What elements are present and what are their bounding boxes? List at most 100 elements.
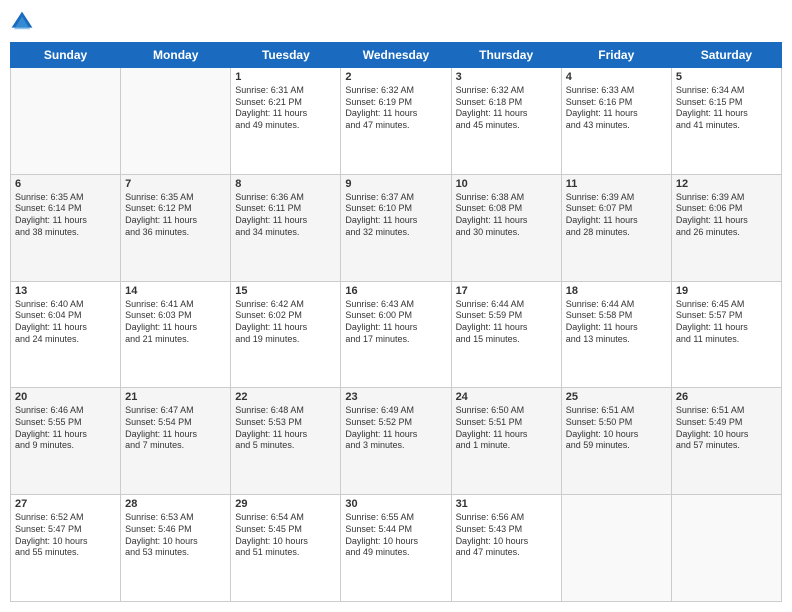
cell-info-line: Sunset: 6:12 PM xyxy=(125,203,226,215)
cell-info-line: Sunset: 5:43 PM xyxy=(456,524,557,536)
cell-info-line: Sunset: 6:02 PM xyxy=(235,310,336,322)
day-number: 23 xyxy=(345,391,446,403)
cell-info-line: Sunrise: 6:41 AM xyxy=(125,299,226,311)
cell-info-line: Sunset: 5:45 PM xyxy=(235,524,336,536)
cell-info-line: Sunrise: 6:32 AM xyxy=(345,85,446,97)
cell-info-line: Sunset: 6:03 PM xyxy=(125,310,226,322)
cell-info-line: Sunrise: 6:54 AM xyxy=(235,512,336,524)
calendar-cell: 16Sunrise: 6:43 AMSunset: 6:00 PMDayligh… xyxy=(341,281,451,388)
cell-info-line: and 5 minutes. xyxy=(235,440,336,452)
day-number: 5 xyxy=(676,71,777,83)
cell-info-line: Sunrise: 6:40 AM xyxy=(15,299,116,311)
calendar-cell: 25Sunrise: 6:51 AMSunset: 5:50 PMDayligh… xyxy=(561,388,671,495)
cell-info-line: Sunrise: 6:32 AM xyxy=(456,85,557,97)
cell-info-line: and 7 minutes. xyxy=(125,440,226,452)
cell-info-line: Daylight: 11 hours xyxy=(345,108,446,120)
cell-info-line: and 45 minutes. xyxy=(456,120,557,132)
cell-info-line: Daylight: 11 hours xyxy=(456,429,557,441)
calendar-cell: 5 Sunrise: 6:34 AMSunset: 6:15 PMDaylight… xyxy=(671,68,781,175)
cell-info-line: Sunrise: 6:31 AM xyxy=(235,85,336,97)
cell-info-line: and 1 minute. xyxy=(456,440,557,452)
day-number: 19 xyxy=(676,285,777,297)
cell-info-line: Sunset: 5:55 PM xyxy=(15,417,116,429)
day-number: 20 xyxy=(15,391,116,403)
cell-info-line: and 59 minutes. xyxy=(566,440,667,452)
cell-info-line: Sunrise: 6:48 AM xyxy=(235,405,336,417)
cell-info-line: Daylight: 11 hours xyxy=(676,108,777,120)
day-number: 16 xyxy=(345,285,446,297)
cell-info-line: Sunrise: 6:51 AM xyxy=(676,405,777,417)
cell-info-line: Sunrise: 6:34 AM xyxy=(676,85,777,97)
cell-info-line: Sunrise: 6:37 AM xyxy=(345,192,446,204)
day-number: 21 xyxy=(125,391,226,403)
calendar-cell: 9Sunrise: 6:37 AMSunset: 6:10 PMDaylight… xyxy=(341,174,451,281)
calendar-cell: 21Sunrise: 6:47 AMSunset: 5:54 PMDayligh… xyxy=(121,388,231,495)
cell-info-line: Sunset: 5:44 PM xyxy=(345,524,446,536)
calendar-cell: 3 Sunrise: 6:32 AMSunset: 6:18 PMDaylight… xyxy=(451,68,561,175)
cell-info-line: and 55 minutes. xyxy=(15,547,116,559)
cell-info-line: Sunset: 5:52 PM xyxy=(345,417,446,429)
calendar-cell: 11Sunrise: 6:39 AMSunset: 6:07 PMDayligh… xyxy=(561,174,671,281)
calendar-cell: 13Sunrise: 6:40 AMSunset: 6:04 PMDayligh… xyxy=(11,281,121,388)
cell-info-line: Daylight: 10 hours xyxy=(15,536,116,548)
logo-icon xyxy=(10,10,34,34)
calendar-cell: 7Sunrise: 6:35 AMSunset: 6:12 PMDaylight… xyxy=(121,174,231,281)
cell-info-line: Daylight: 10 hours xyxy=(566,429,667,441)
cell-info-line: and 19 minutes. xyxy=(235,334,336,346)
cell-info-line: and 41 minutes. xyxy=(676,120,777,132)
cell-info-line: Sunset: 6:06 PM xyxy=(676,203,777,215)
cell-info-line: and 24 minutes. xyxy=(15,334,116,346)
cell-info-line: Sunrise: 6:45 AM xyxy=(676,299,777,311)
calendar-cell: 15Sunrise: 6:42 AMSunset: 6:02 PMDayligh… xyxy=(231,281,341,388)
page: SundayMondayTuesdayWednesdayThursdayFrid… xyxy=(0,0,792,612)
week-row-5: 27Sunrise: 6:52 AMSunset: 5:47 PMDayligh… xyxy=(11,495,782,602)
calendar-cell: 22Sunrise: 6:48 AMSunset: 5:53 PMDayligh… xyxy=(231,388,341,495)
calendar-cell: 29Sunrise: 6:54 AMSunset: 5:45 PMDayligh… xyxy=(231,495,341,602)
cell-info-line: and 36 minutes. xyxy=(125,227,226,239)
cell-info-line: Sunrise: 6:55 AM xyxy=(345,512,446,524)
cell-info-line: Sunset: 5:54 PM xyxy=(125,417,226,429)
calendar-cell: 27Sunrise: 6:52 AMSunset: 5:47 PMDayligh… xyxy=(11,495,121,602)
cell-info-line: and 28 minutes. xyxy=(566,227,667,239)
cell-info-line: and 49 minutes. xyxy=(345,547,446,559)
cell-info-line: Sunset: 5:59 PM xyxy=(456,310,557,322)
cell-info-line: Daylight: 11 hours xyxy=(345,322,446,334)
cell-info-line: Sunset: 6:18 PM xyxy=(456,97,557,109)
cell-info-line: Sunset: 5:57 PM xyxy=(676,310,777,322)
cell-info-line: and 38 minutes. xyxy=(15,227,116,239)
cell-info-line: Daylight: 10 hours xyxy=(456,536,557,548)
cell-info-line: Sunrise: 6:50 AM xyxy=(456,405,557,417)
day-number: 3 xyxy=(456,71,557,83)
day-number: 13 xyxy=(15,285,116,297)
cell-info-line: and 47 minutes. xyxy=(345,120,446,132)
day-number: 2 xyxy=(345,71,446,83)
calendar-cell xyxy=(121,68,231,175)
cell-info-line: Daylight: 11 hours xyxy=(456,108,557,120)
cell-info-line: Sunrise: 6:33 AM xyxy=(566,85,667,97)
day-number: 24 xyxy=(456,391,557,403)
cell-info-line: Sunset: 6:11 PM xyxy=(235,203,336,215)
day-number: 12 xyxy=(676,178,777,190)
day-number: 9 xyxy=(345,178,446,190)
day-header-friday: Friday xyxy=(561,43,671,68)
calendar: SundayMondayTuesdayWednesdayThursdayFrid… xyxy=(10,42,782,602)
day-header-saturday: Saturday xyxy=(671,43,781,68)
day-number: 26 xyxy=(676,391,777,403)
cell-info-line: and 26 minutes. xyxy=(676,227,777,239)
cell-info-line: and 11 minutes. xyxy=(676,334,777,346)
cell-info-line: Sunrise: 6:46 AM xyxy=(15,405,116,417)
cell-info-line: Sunset: 6:15 PM xyxy=(676,97,777,109)
cell-info-line: Sunrise: 6:44 AM xyxy=(566,299,667,311)
cell-info-line: Sunset: 5:46 PM xyxy=(125,524,226,536)
cell-info-line: Sunset: 5:51 PM xyxy=(456,417,557,429)
calendar-cell: 4Sunrise: 6:33 AMSunset: 6:16 PMDaylight… xyxy=(561,68,671,175)
header xyxy=(10,10,782,34)
week-row-2: 6Sunrise: 6:35 AMSunset: 6:14 PMDaylight… xyxy=(11,174,782,281)
cell-info-line: and 32 minutes. xyxy=(345,227,446,239)
day-number: 10 xyxy=(456,178,557,190)
cell-info-line: Daylight: 11 hours xyxy=(125,429,226,441)
calendar-cell: 31Sunrise: 6:56 AMSunset: 5:43 PMDayligh… xyxy=(451,495,561,602)
cell-info-line: and 43 minutes. xyxy=(566,120,667,132)
day-number: 14 xyxy=(125,285,226,297)
day-number: 30 xyxy=(345,498,446,510)
